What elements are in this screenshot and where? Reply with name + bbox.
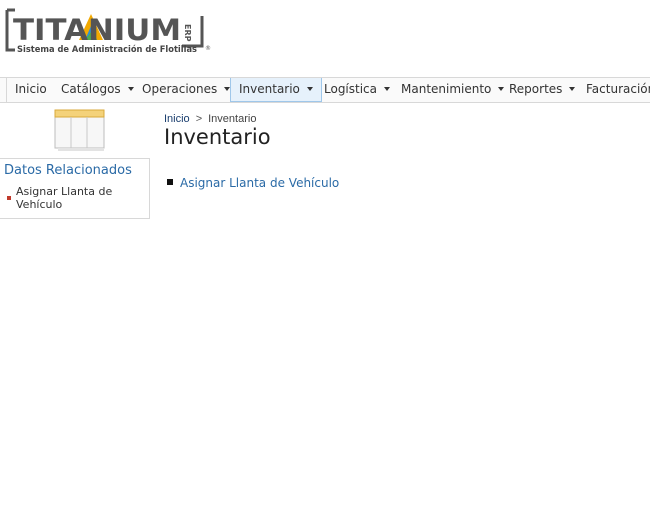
nav-item-inventario[interactable]: Inventario <box>230 78 322 102</box>
nav-item-logistica[interactable]: Logística <box>316 78 398 102</box>
chevron-down-icon <box>569 86 576 91</box>
logo-suffix-text: ERP <box>183 24 192 42</box>
sidebar-link-asignar-llanta[interactable]: Asignar Llanta de Vehículo <box>16 185 141 211</box>
chevron-down-icon <box>384 86 391 91</box>
nav-item-mantenimiento[interactable]: Mantenimiento <box>393 78 512 102</box>
main-link-asignar-llanta[interactable]: Asignar Llanta de Vehículo <box>180 176 339 190</box>
nav-label: Reportes <box>509 82 563 96</box>
table-icon <box>54 108 106 152</box>
page-title: Inventario <box>164 125 271 149</box>
breadcrumb-current: Inventario <box>208 113 257 125</box>
main-nav: Inicio Catálogos Operaciones Inventario … <box>0 77 650 103</box>
nav-item-reportes[interactable]: Reportes <box>501 78 583 102</box>
related-data-title: Datos Relacionados <box>4 163 132 178</box>
related-data-panel: Datos Relacionados Asignar Llanta de Veh… <box>0 158 150 219</box>
chevron-down-icon <box>127 86 134 91</box>
list-bullet-icon <box>167 179 173 185</box>
nav-label: Operaciones <box>142 82 218 96</box>
titanium-erp-logo[interactable]: TITANIUM ERP Sistema de Administración d… <box>5 6 215 66</box>
logo-tagline: Sistema de Administración de Flotillas <box>17 44 197 55</box>
nav-item-catalogos[interactable]: Catálogos <box>53 78 142 102</box>
chevron-down-icon <box>306 86 313 91</box>
nav-label: Logística <box>324 82 378 96</box>
nav-label: Mantenimiento <box>401 82 492 96</box>
nav-item-operaciones[interactable]: Operaciones <box>134 78 238 102</box>
breadcrumb-separator: > <box>195 113 203 125</box>
nav-item-inicio[interactable]: Inicio <box>7 78 55 102</box>
list-bullet-icon <box>7 196 11 200</box>
nav-item-facturacion[interactable]: Facturación <box>578 78 650 102</box>
logo-brand-text: TITANIUM <box>13 13 181 47</box>
logo-registered-mark: ® <box>205 45 211 52</box>
breadcrumb: Inicio > Inventario <box>164 113 256 125</box>
nav-label: Facturación <box>586 82 650 96</box>
nav-label: Catálogos <box>61 82 121 96</box>
nav-label: Inventario <box>239 82 300 96</box>
breadcrumb-home-link[interactable]: Inicio <box>164 113 190 125</box>
nav-label: Inicio <box>15 82 47 96</box>
